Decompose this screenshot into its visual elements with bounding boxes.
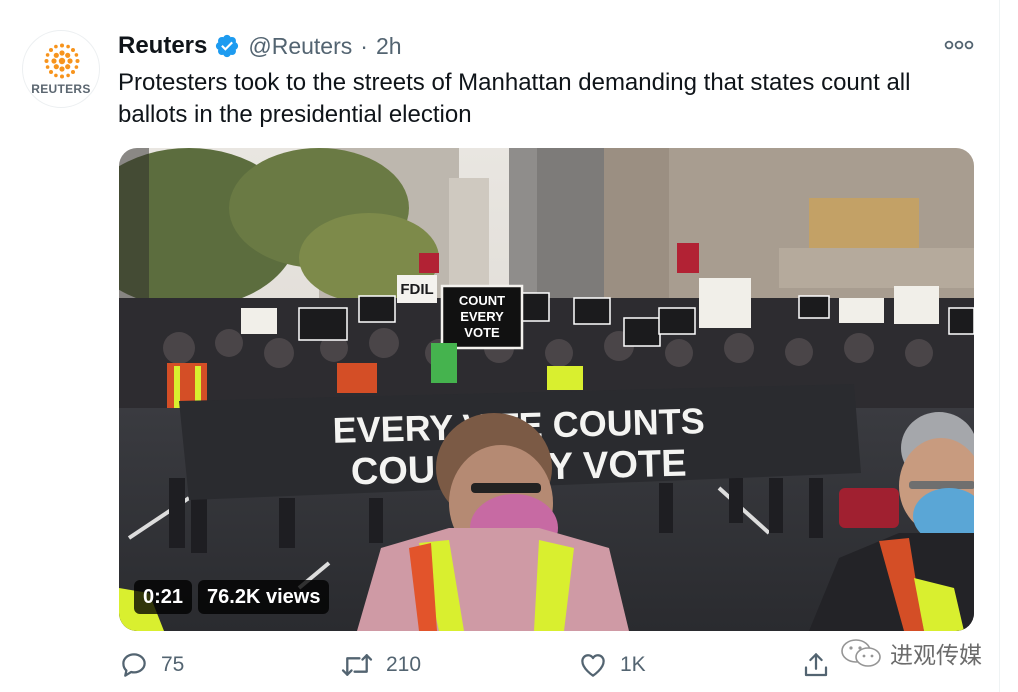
- reply-count: 75: [161, 653, 185, 676]
- reply-button[interactable]: 75: [119, 648, 184, 682]
- watermark-text: 进观传媒: [890, 643, 982, 669]
- video-overlay: 0:21 76.2K views: [134, 579, 330, 614]
- watermark: 进观传媒: [840, 635, 982, 671]
- heart-icon: [581, 654, 605, 677]
- author-handle[interactable]: @Reuters: [248, 33, 352, 60]
- retweet-icon: [341, 654, 373, 676]
- separator-dot: ·: [360, 32, 368, 59]
- verified-badge-icon: [216, 34, 239, 58]
- tweet-header: Reuters @Reuters · 2h: [118, 30, 402, 62]
- tweet-text: Protesters took to the streets of Manhat…: [118, 69, 911, 128]
- like-count: 1K: [620, 653, 646, 676]
- avatar-label: REUTERS: [31, 82, 91, 96]
- wechat-icon: [841, 639, 881, 667]
- reuters-logo-icon: [44, 43, 80, 79]
- reuters-avatar[interactable]: REUTERS: [22, 30, 100, 108]
- sign-left-text: FDIL: [400, 281, 433, 298]
- sign-line-3: VOTE: [464, 325, 500, 340]
- video-player[interactable]: FDIL COUNT EVERY VOTE EVERY COUNTS COUNT…: [119, 148, 974, 631]
- count-every-vote-sign: COUNT EVERY VOTE: [440, 284, 524, 350]
- share-icon: [804, 653, 828, 677]
- tweet-timestamp[interactable]: 2h: [376, 33, 402, 60]
- sign-line-1: COUNT: [459, 293, 505, 308]
- share-button[interactable]: [801, 648, 831, 682]
- sign-line-2: EVERY: [460, 309, 504, 324]
- retweet-count: 210: [386, 653, 422, 676]
- video-frame: FDIL COUNT EVERY VOTE EVERY COUNTS COUNT…: [119, 148, 974, 631]
- more-options-icon[interactable]: [944, 37, 974, 53]
- timeline-divider: [999, 0, 1000, 692]
- author-name[interactable]: Reuters: [118, 32, 207, 60]
- retweet-button[interactable]: 210: [340, 648, 421, 682]
- like-button[interactable]: 1K: [578, 648, 646, 682]
- reply-icon: [122, 653, 146, 677]
- video-duration: 0:21: [134, 579, 193, 614]
- video-views: 76.2K views: [198, 579, 330, 614]
